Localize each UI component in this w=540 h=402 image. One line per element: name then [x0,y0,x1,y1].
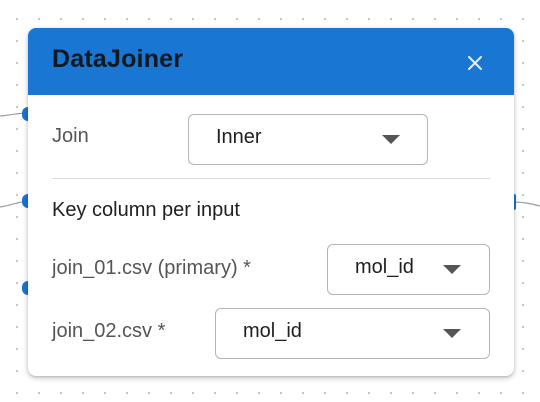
input-1-key-value: mol_id [355,256,414,278]
chevron-down-icon [443,265,461,274]
input-2-key-value: mol_id [243,320,302,342]
input-1-key-select[interactable]: mol_id [327,244,490,295]
input-2-label: join_02.csv * [52,320,166,342]
edge-line [513,201,540,207]
input-2-key-select[interactable]: mol_id [215,308,490,359]
chevron-down-icon [443,329,461,338]
input-1-label: join_01.csv (primary) * [52,257,251,279]
join-type-select[interactable]: Inner [188,114,428,165]
node-header[interactable]: DataJoiner [28,28,514,95]
close-icon[interactable] [462,50,488,76]
section-divider [52,178,490,179]
node-title: DataJoiner [52,45,184,73]
key-column-heading: Key column per input [52,199,240,221]
join-type-value: Inner [216,126,262,148]
chevron-down-icon [382,135,400,144]
datajoiner-node[interactable]: DataJoiner Join Inner Key column per inp… [28,28,514,376]
join-label: Join [52,125,89,147]
